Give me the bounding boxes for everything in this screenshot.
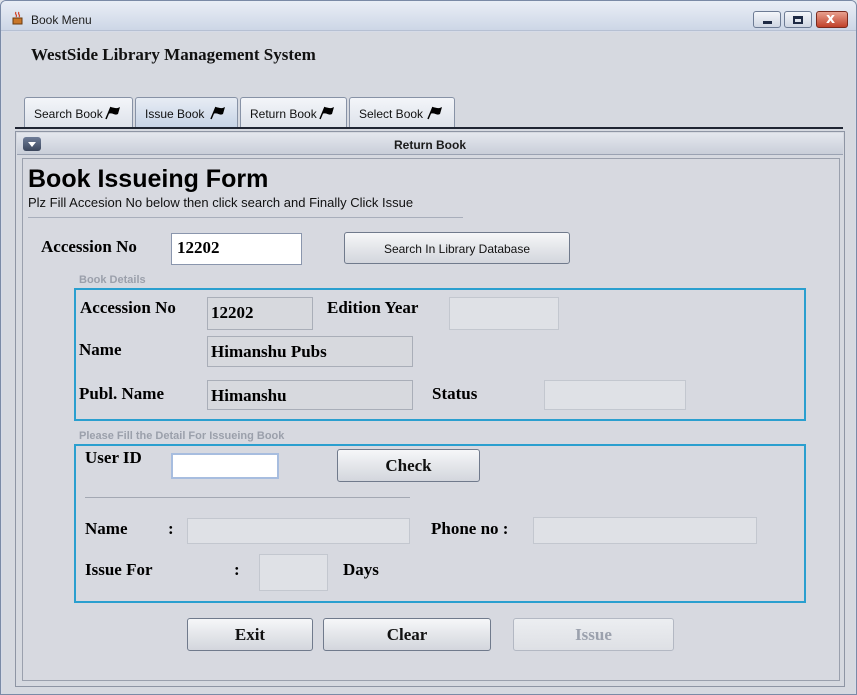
- maximize-icon: [793, 16, 803, 24]
- clear-button[interactable]: Clear: [323, 618, 491, 651]
- tab-issue-book[interactable]: Issue Book: [135, 97, 238, 128]
- user-name-colon: :: [168, 519, 174, 538]
- flag-icon: [319, 106, 334, 120]
- title-separator: [28, 217, 463, 218]
- flag-icon: [427, 106, 442, 120]
- days-label: Days: [343, 560, 379, 579]
- client-area: WestSide Library Management System Searc…: [2, 32, 855, 694]
- book-name-field: Himanshu Pubs: [207, 336, 413, 367]
- issue-days-field: [259, 554, 328, 591]
- minimize-button[interactable]: [753, 11, 781, 28]
- tab-content-divider: [15, 127, 843, 129]
- edition-year-field: [449, 297, 559, 330]
- flag-icon: [210, 106, 225, 120]
- tab-label: Search Book: [34, 107, 103, 121]
- issue-form-panel: Book Issueing Form Plz Fill Accesion No …: [22, 158, 840, 681]
- status-field: [544, 380, 686, 410]
- phone-no-field: [533, 517, 757, 544]
- edition-year-label: Edition Year: [327, 298, 419, 317]
- close-button[interactable]: x: [816, 11, 848, 28]
- title-bar[interactable]: Book Menu x: [1, 1, 856, 31]
- tab-label: Return Book: [250, 107, 317, 121]
- internal-frame-titlebar[interactable]: Return Book: [17, 133, 843, 155]
- internal-frame: Return Book Book Issueing Form Plz Fill …: [15, 131, 845, 687]
- user-id-input[interactable]: [171, 453, 279, 479]
- exit-button[interactable]: Exit: [187, 618, 313, 651]
- book-name-label: Name: [79, 340, 122, 359]
- app-title: WestSide Library Management System: [31, 45, 316, 64]
- maximize-button[interactable]: [784, 11, 812, 28]
- book-accession-field: 12202: [207, 297, 313, 330]
- phone-no-label: Phone no :: [431, 519, 509, 538]
- user-id-label: User ID: [85, 448, 142, 467]
- flag-icon: [105, 106, 120, 120]
- tab-return-book[interactable]: Return Book: [240, 97, 347, 128]
- user-name-label: Name: [85, 519, 128, 538]
- search-library-button[interactable]: Search In Library Database: [344, 232, 570, 264]
- internal-frame-title: Return Book: [394, 138, 466, 152]
- java-app-icon: [12, 11, 23, 25]
- tab-select-book[interactable]: Select Book: [349, 97, 455, 128]
- book-details-title: Book Details: [79, 274, 146, 286]
- issue-for-label: Issue For: [85, 560, 153, 579]
- user-name-field: [187, 518, 410, 544]
- tab-search-book[interactable]: Search Book: [24, 97, 133, 128]
- status-label: Status: [432, 384, 478, 403]
- close-icon: x: [826, 11, 836, 27]
- publ-name-label: Publ. Name: [79, 384, 164, 403]
- tab-label: Issue Book: [145, 107, 205, 121]
- window-title: Book Menu: [31, 13, 92, 27]
- minimize-icon: [763, 21, 772, 24]
- issue-button[interactable]: Issue: [513, 618, 674, 651]
- book-accession-label: Accession No: [80, 298, 176, 317]
- publ-name-field: Himanshu: [207, 380, 413, 410]
- accession-no-input[interactable]: 12202: [171, 233, 302, 265]
- issue-for-colon: :: [234, 560, 240, 579]
- tab-label: Select Book: [359, 107, 424, 121]
- form-instructions: Plz Fill Accesion No below then click se…: [28, 195, 414, 210]
- accession-no-label: Accession No: [41, 237, 137, 256]
- issue-details-title: Please Fill the Detail For Issueing Book: [79, 430, 285, 442]
- book-menu-window: Book Menu x WestSide Library Management …: [0, 0, 857, 695]
- check-button[interactable]: Check: [337, 449, 480, 482]
- form-title: Book Issueing Form: [28, 165, 269, 193]
- issue-separator: [85, 497, 410, 498]
